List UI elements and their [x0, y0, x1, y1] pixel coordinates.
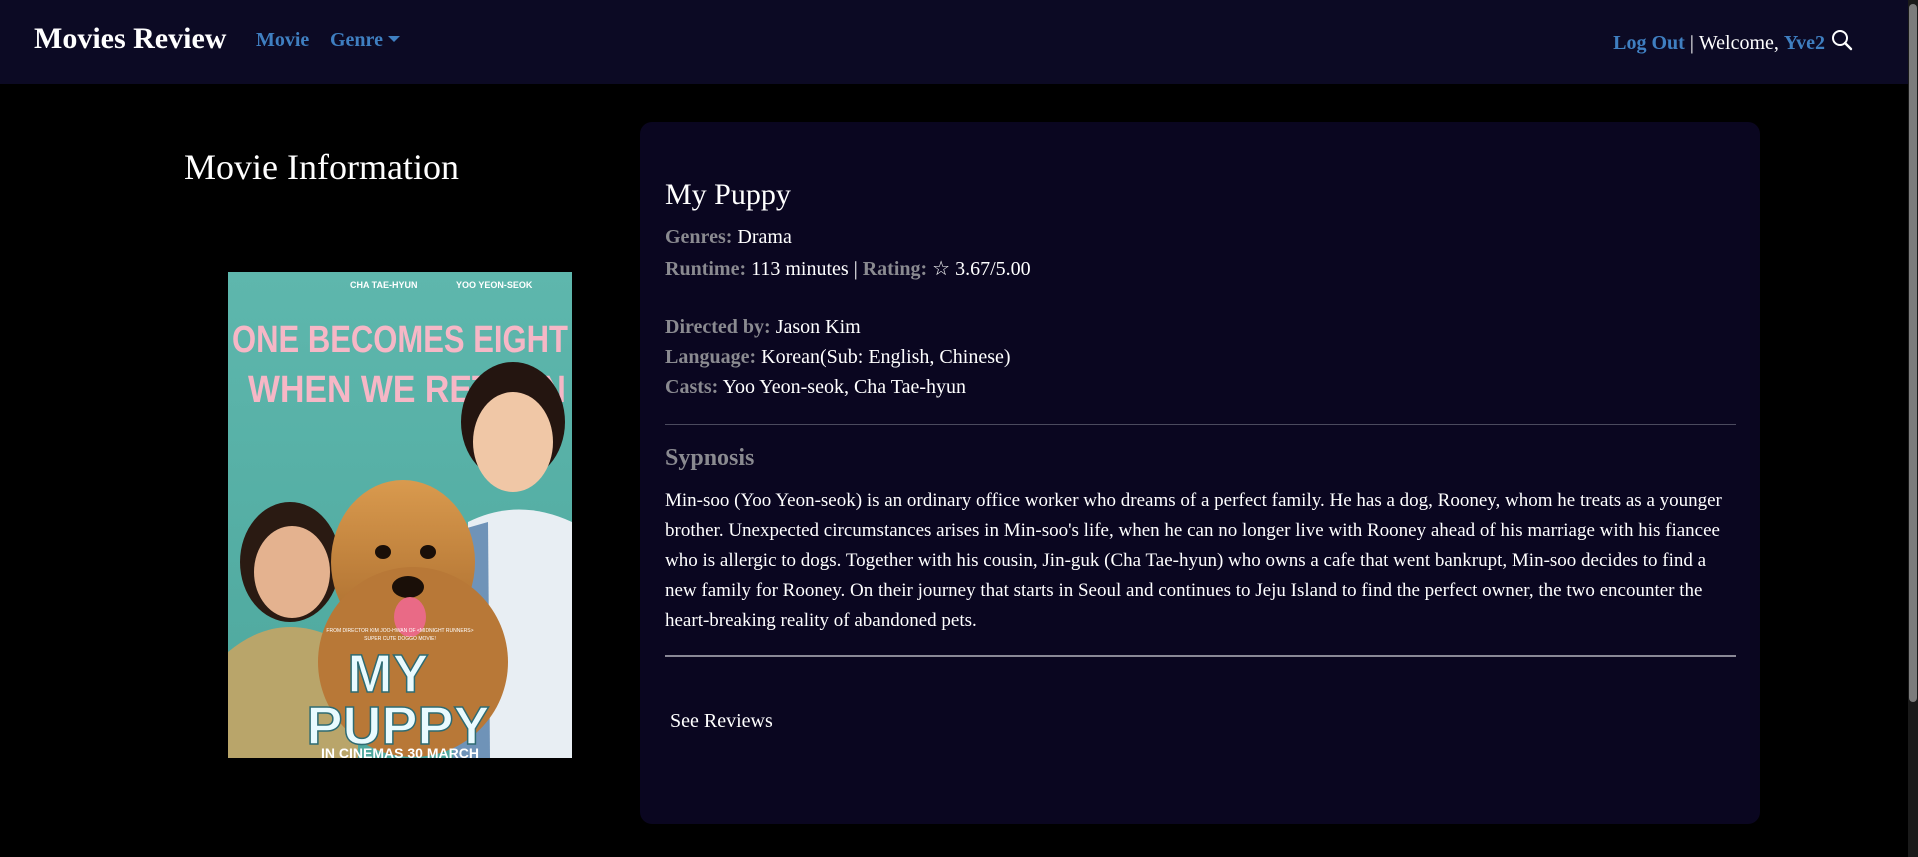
poster-name-2: YOO YEON-SEOK: [456, 280, 533, 290]
divider: [665, 655, 1736, 657]
logout-link[interactable]: Log Out: [1613, 32, 1685, 55]
nav-genre-label: Genre: [330, 29, 383, 51]
scrollbar-thumb[interactable]: [1909, 4, 1917, 702]
poster-title-1: MY: [348, 644, 429, 704]
divider: [665, 424, 1736, 425]
see-reviews-button[interactable]: See Reviews: [670, 710, 773, 733]
casts-value: Yoo Yeon-seok, Cha Tae-hyun: [722, 376, 967, 398]
runtime-rating-separator: |: [853, 258, 858, 280]
user-area: Log Out | Welcome, Yve2: [1613, 29, 1853, 57]
director-value: Jason Kim: [775, 316, 861, 338]
username-link[interactable]: Yve2: [1784, 32, 1825, 55]
welcome-text: Welcome,: [1698, 31, 1779, 54]
language-row: Language: Korean(Sub: English, Chinese): [665, 346, 1011, 369]
synopsis-heading: Sypnosis: [665, 445, 755, 471]
nav-movie-link[interactable]: Movie: [256, 29, 309, 52]
poster-credit-1: FROM DIRECTOR KIM JOO-HWAN OF <MIDNIGHT …: [326, 628, 473, 634]
movie-poster: CHA TAE-HYUN YOO YEON-SEOK ONE BECOMES E…: [228, 272, 572, 758]
poster-credit-2: SUPER CUTE DOGGO MOVIE!: [364, 636, 436, 642]
director-row: Directed by: Jason Kim: [665, 316, 861, 339]
rating-label: Rating:: [862, 258, 928, 280]
scrollbar[interactable]: [1908, 0, 1918, 857]
runtime-rating-row: Runtime: 113 minutes | Rating: ☆ 3.67/5.…: [665, 256, 1031, 281]
brand-title[interactable]: Movies Review: [34, 22, 226, 56]
casts-row: Casts: Yoo Yeon-seok, Cha Tae-hyun: [665, 376, 966, 399]
synopsis-text: Min-soo (Yoo Yeon-seok) is an ordinary o…: [665, 490, 1722, 631]
genres-value: Drama: [737, 226, 792, 248]
search-icon[interactable]: [1831, 29, 1853, 57]
runtime-value: 113 minutes: [751, 258, 849, 280]
page-title: Movie Information: [184, 147, 459, 187]
poster-tagline-1: ONE BECOMES EIGHT: [232, 319, 568, 361]
language-label: Language:: [665, 346, 757, 368]
genres-row: Genres: Drama: [665, 226, 792, 249]
poster-release: IN CINEMAS 30 MARCH: [321, 745, 479, 758]
nav-genre-dropdown[interactable]: Genre: [330, 29, 400, 52]
nav-separator: |: [1689, 31, 1694, 54]
chevron-down-icon: [387, 36, 400, 43]
movie-title: My Puppy: [665, 178, 791, 211]
movie-details-card: My Puppy Genres: Drama Runtime: 113 minu…: [640, 122, 1760, 824]
director-label: Directed by:: [665, 316, 771, 338]
casts-label: Casts:: [665, 376, 719, 398]
runtime-label: Runtime:: [665, 258, 747, 280]
poster-name-1: CHA TAE-HYUN: [350, 280, 418, 290]
rating-value: ☆ 3.67/5.00: [932, 258, 1031, 280]
genres-label: Genres:: [665, 226, 733, 248]
language-value: Korean(Sub: English, Chinese): [761, 346, 1011, 368]
navbar: Movies Review Movie Genre Log Out | Welc…: [0, 0, 1908, 84]
